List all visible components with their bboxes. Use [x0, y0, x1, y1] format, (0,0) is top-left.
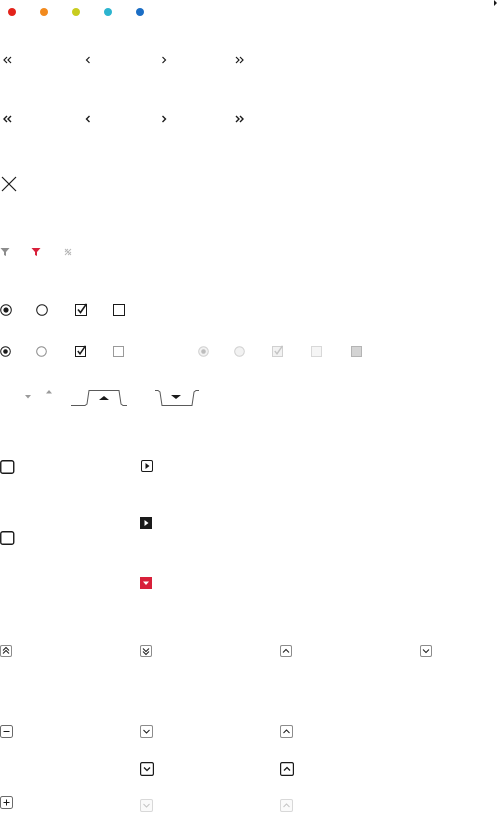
- chevron-up-box-bold-icon[interactable]: [280, 762, 295, 777]
- chevron-down-box-disabled-icon: [140, 799, 153, 812]
- checkbox-indeterminate-disabled-icon: [351, 346, 362, 357]
- chevron-down-box-icon[interactable]: [140, 725, 153, 738]
- double-chevron-down-box-icon[interactable]: [140, 645, 152, 657]
- pager-row: [0, 113, 260, 127]
- minus-box-icon[interactable]: [0, 725, 13, 738]
- checkbox-checked-icon[interactable]: [75, 345, 87, 357]
- play-box-filled-icon[interactable]: [140, 517, 152, 529]
- chevron-up-box-icon[interactable]: [280, 725, 293, 738]
- double-chevron-left-icon[interactable]: [3, 56, 12, 64]
- double-chevron-left-icon[interactable]: [3, 115, 12, 123]
- chevron-down-box-bold-icon[interactable]: [140, 762, 155, 777]
- plus-box-icon[interactable]: [0, 796, 13, 809]
- color-dot-red[interactable]: [8, 8, 16, 16]
- chevron-down-box-icon[interactable]: [420, 645, 432, 657]
- checkbox-checked-icon[interactable]: [75, 303, 88, 316]
- chevron-up-box-disabled-icon: [280, 799, 293, 812]
- sort-down-icon[interactable]: [25, 395, 31, 399]
- filter-clear-icon[interactable]: [64, 248, 72, 256]
- radio-unchecked-icon[interactable]: [36, 346, 47, 357]
- caret-right-icon[interactable]: [493, 0, 499, 7]
- play-box-icon[interactable]: [141, 460, 153, 472]
- chevron-left-icon[interactable]: [85, 115, 91, 123]
- checkbox-unchecked-disabled-icon: [311, 346, 322, 357]
- sort-up-icon[interactable]: [46, 390, 52, 394]
- radio-unchecked-disabled-icon: [234, 346, 245, 357]
- double-chevron-right-icon[interactable]: [235, 115, 244, 123]
- checkbox-unchecked-icon[interactable]: [113, 346, 124, 357]
- tab-caret-up-icon[interactable]: [71, 390, 127, 407]
- checkbox-unchecked-icon[interactable]: [113, 304, 125, 316]
- filter-icon[interactable]: [0, 247, 10, 257]
- chevron-up-box-icon[interactable]: [280, 645, 292, 657]
- square-toggle-icon[interactable]: [0, 460, 15, 474]
- dropdown-box-accent-icon[interactable]: [140, 577, 152, 589]
- tab-caret-down-icon[interactable]: [155, 390, 199, 407]
- color-dot-orange[interactable]: [40, 8, 48, 16]
- checkbox-checked-disabled-icon: [272, 345, 284, 357]
- square-toggle-icon[interactable]: [0, 531, 15, 545]
- chevron-right-icon[interactable]: [161, 115, 167, 123]
- radio-checked-icon[interactable]: [0, 346, 11, 357]
- color-dot-yellow[interactable]: [72, 8, 80, 16]
- color-dots: [0, 0, 160, 24]
- filter-active-icon[interactable]: [31, 247, 41, 257]
- radio-checked-icon[interactable]: [0, 304, 12, 316]
- radio-unchecked-icon[interactable]: [36, 304, 48, 316]
- double-chevron-right-icon[interactable]: [235, 56, 244, 64]
- chevron-left-icon[interactable]: [85, 56, 91, 64]
- radio-checked-disabled-icon: [198, 346, 209, 357]
- double-chevron-up-box-icon[interactable]: [0, 645, 12, 657]
- color-dot-cyan[interactable]: [104, 8, 112, 16]
- chevron-right-icon[interactable]: [161, 56, 167, 64]
- pager-row: [0, 54, 260, 68]
- color-dot-blue[interactable]: [136, 8, 144, 16]
- close-icon[interactable]: [1, 176, 17, 192]
